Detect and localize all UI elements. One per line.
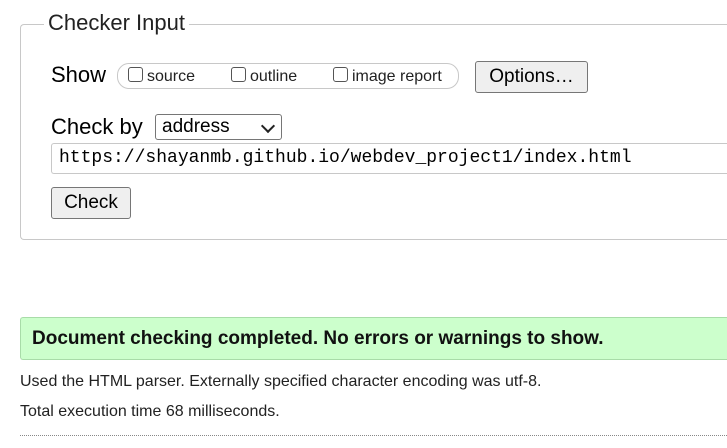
image-report-checkbox-label: image report	[352, 68, 442, 85]
show-image-report-option[interactable]: image report	[333, 64, 442, 90]
parser-info-text: Used the HTML parser. Externally specifi…	[20, 373, 542, 390]
checker-input-legend: Checker Input	[44, 9, 189, 37]
source-checkbox-label: source	[147, 68, 196, 85]
show-source-option[interactable]: source	[128, 64, 195, 90]
outline-checkbox-label: outline	[250, 68, 298, 85]
document-url-input[interactable]: https://shayanmb.github.io/webdev_projec…	[51, 143, 727, 174]
show-options-group: source outline image report	[117, 63, 459, 89]
check-by-label: Check by	[51, 114, 143, 139]
success-message: Document checking completed. No errors o…	[20, 317, 727, 360]
chevron-down-icon	[260, 118, 276, 134]
check-by-select[interactable]: address	[155, 114, 282, 140]
source-checkbox[interactable]	[128, 66, 143, 82]
image-report-checkbox[interactable]	[333, 66, 348, 82]
options-button[interactable]: Options…	[475, 61, 588, 93]
validator-page: Checker Input Show source outline image …	[0, 0, 727, 448]
check-button[interactable]: Check	[51, 187, 131, 219]
show-label: Show	[51, 62, 107, 87]
dotted-divider	[20, 435, 727, 436]
outline-checkbox[interactable]	[231, 66, 246, 82]
show-outline-option[interactable]: outline	[231, 64, 297, 90]
execution-time-text: Total execution time 68 milliseconds.	[20, 403, 280, 420]
check-by-selected-value: address	[162, 116, 230, 137]
